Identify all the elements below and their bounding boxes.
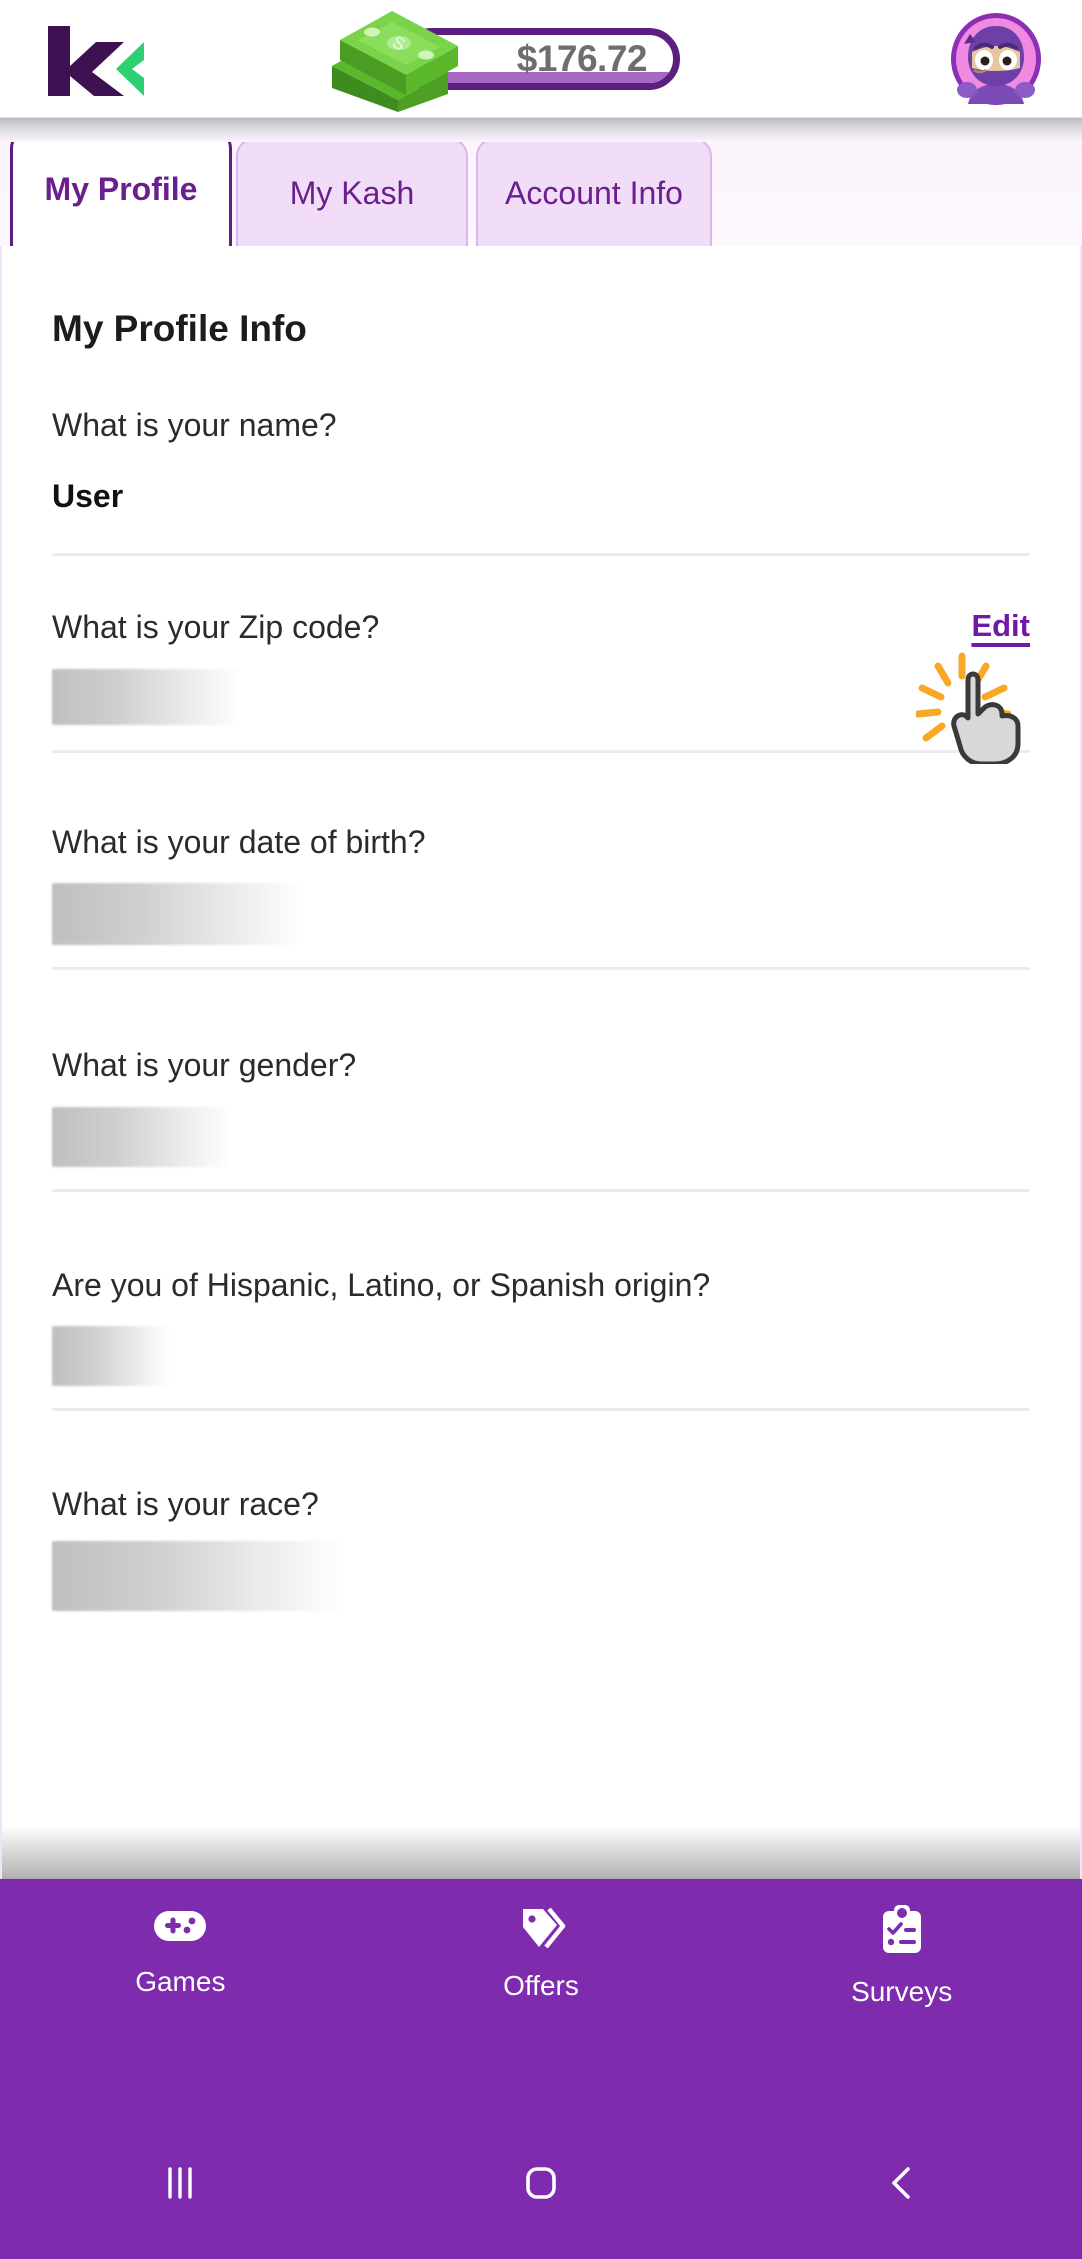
field-race: What is your race?: [52, 1485, 1030, 1612]
bottom-nav: Games Offers Surveys: [0, 1879, 1082, 2107]
field-zip: What is your Zip code? Edit: [52, 608, 1030, 767]
field-name-divider: [52, 553, 1030, 557]
tab-account-info-label: Account Info: [505, 174, 683, 211]
field-dob: What is your date of birth?: [52, 823, 1030, 971]
cash-stack-icon: S: [320, 8, 470, 112]
nav-item-surveys[interactable]: Surveys: [777, 1905, 1027, 2008]
nav-item-games-label: Games: [135, 1966, 226, 1997]
field-gender-label: What is your gender?: [52, 1047, 357, 1084]
ninja-avatar-icon[interactable]: [950, 12, 1042, 106]
field-zip-value-redacted[interactable]: [52, 668, 242, 725]
recents-icon[interactable]: [80, 2160, 280, 2206]
tag-icon: [513, 1905, 569, 1954]
field-zip-label: What is your Zip code?: [52, 609, 380, 646]
balance-amount: $176.72: [516, 38, 648, 79]
tab-account-info[interactable]: Account Info: [476, 138, 712, 246]
field-dob-value-redacted[interactable]: [52, 883, 302, 946]
header-shadow: [0, 118, 1082, 142]
content-bottom-fade: [2, 1825, 1080, 1879]
nav-item-games[interactable]: Games: [55, 1905, 305, 1998]
balance-widget[interactable]: $176.72 S: [320, 8, 680, 112]
tab-my-profile-label: My Profile: [44, 171, 198, 207]
gamepad-icon: [152, 1905, 208, 1950]
nav-item-offers-label: Offers: [503, 1970, 579, 2001]
field-name-value: User: [52, 478, 124, 515]
field-hispanic-origin-value-redacted[interactable]: [52, 1325, 170, 1386]
field-gender: What is your gender?: [52, 1046, 1030, 1192]
nav-item-surveys-label: Surveys: [851, 1976, 953, 2007]
field-hispanic-origin-divider: [52, 1407, 1030, 1411]
tab-my-kash-label: My Kash: [289, 174, 415, 211]
tab-my-profile[interactable]: My Profile: [10, 130, 232, 246]
page-title: My Profile Info: [52, 308, 307, 349]
clipboard-checklist-icon: [879, 1905, 925, 1960]
tap-cursor-icon: [914, 652, 1048, 767]
edit-zip-link[interactable]: Edit: [971, 608, 1030, 644]
android-navigation-bar: [0, 2107, 1082, 2259]
field-race-label: What is your race?: [52, 1485, 319, 1522]
kashkick-logo[interactable]: [40, 22, 150, 100]
field-name-label: What is your name?: [52, 407, 337, 443]
field-dob-label: What is your date of birth?: [52, 823, 426, 860]
field-gender-divider: [52, 1188, 1030, 1192]
field-dob-divider: [52, 967, 1030, 971]
field-name: What is your name? User: [52, 406, 1030, 557]
profile-content: My Profile Info What is your name? User …: [0, 246, 1082, 1879]
nav-item-offers[interactable]: Offers: [416, 1905, 666, 2002]
tab-my-kash[interactable]: My Kash: [236, 138, 468, 246]
field-hispanic-origin-label: Are you of Hispanic, Latino, or Spanish …: [52, 1266, 711, 1303]
back-icon[interactable]: [802, 2160, 1002, 2206]
field-gender-value-redacted[interactable]: [52, 1106, 232, 1167]
field-zip-divider: [52, 749, 1030, 753]
app-header: $176.72 S: [0, 0, 1082, 142]
app-root: $176.72 S My Profile My Kash Account Inf…: [0, 0, 1082, 2259]
field-race-value-redacted[interactable]: [52, 1541, 342, 1612]
field-hispanic-origin: Are you of Hispanic, Latino, or Spanish …: [52, 1266, 1030, 1411]
home-icon[interactable]: [441, 2160, 641, 2206]
